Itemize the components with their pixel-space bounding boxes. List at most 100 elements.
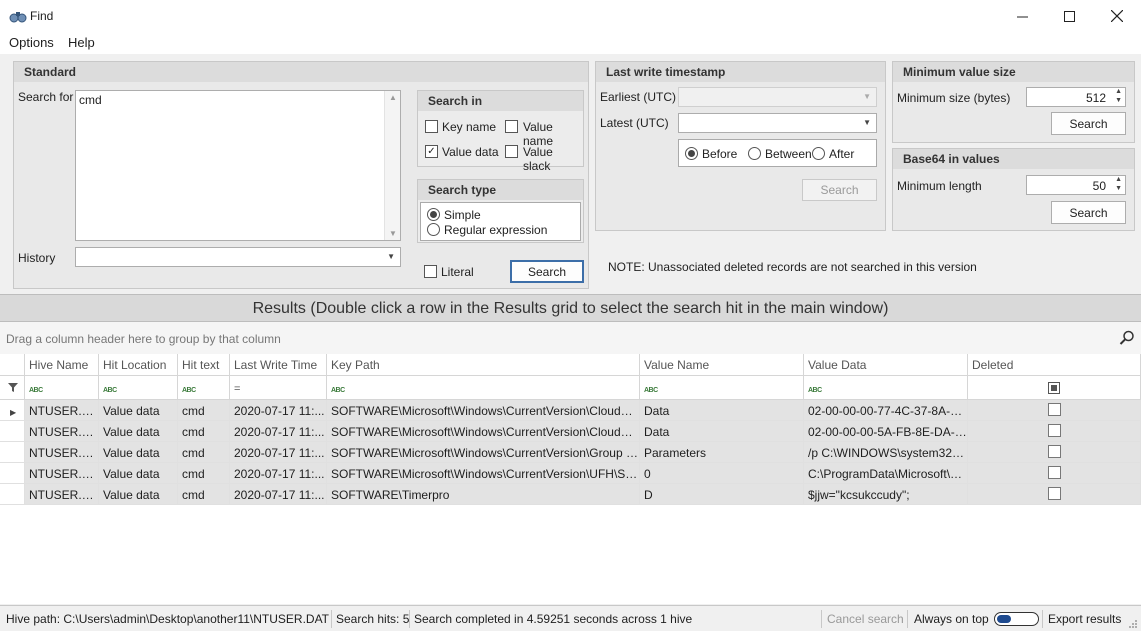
min-size-search-button[interactable]: Search [1051, 112, 1126, 135]
between-radio[interactable] [748, 147, 761, 160]
cell-loc[interactable]: Value data [99, 421, 178, 442]
standard-search-button[interactable]: Search [510, 260, 584, 283]
min-length-spinner[interactable]: 50 ▲ ▼ [1026, 175, 1126, 195]
cell-vdata[interactable]: /p C:\WINDOWS\system32 /s ... [804, 442, 968, 463]
before-radio[interactable] [685, 147, 698, 160]
col-hit-text[interactable]: Hit text [178, 354, 230, 376]
filter-hive-name[interactable]: ABC [25, 376, 99, 400]
table-row[interactable]: NTUSER.DAT Value data cmd 2020-07-17 11:...… [0, 463, 1141, 484]
deleted-checkbox[interactable] [1048, 445, 1061, 458]
cell-hit[interactable]: cmd [178, 442, 230, 463]
value-slack-checkbox[interactable] [505, 145, 518, 158]
resize-grip-icon[interactable] [1128, 619, 1138, 629]
cell-vname[interactable]: Data [640, 421, 804, 442]
last-write-search-button[interactable]: Search [802, 179, 877, 201]
cell-hive[interactable]: NTUSER.DAT [25, 463, 99, 484]
col-last-write-time[interactable]: Last Write Time [230, 354, 327, 376]
filter-hit-location[interactable]: ABC [99, 376, 178, 400]
cell-path[interactable]: SOFTWARE\Microsoft\Windows\CurrentVersio… [327, 442, 640, 463]
cell-path[interactable]: SOFTWARE\Microsoft\Windows\CurrentVersio… [327, 400, 640, 421]
spin-down-icon[interactable]: ▼ [1115, 97, 1122, 104]
cell-time[interactable]: 2020-07-17 11:... [230, 400, 327, 421]
minimize-button[interactable] [999, 0, 1045, 32]
search-for-input[interactable]: cmd ▲ ▼ [75, 90, 401, 241]
table-row[interactable]: NTUSER.DAT Value data cmd 2020-07-17 11:...… [0, 484, 1141, 505]
filter-hit-text[interactable]: ABC [178, 376, 230, 400]
cell-time[interactable]: 2020-07-17 11:... [230, 463, 327, 484]
cell-hive[interactable]: NTUSER.DAT [25, 421, 99, 442]
cell-vname[interactable]: Data [640, 400, 804, 421]
cell-loc[interactable]: Value data [99, 484, 178, 505]
maximize-button[interactable] [1046, 0, 1092, 32]
table-row[interactable]: NTUSER.DAT Value data cmd 2020-07-17 11:...… [0, 442, 1141, 463]
col-value-data[interactable]: Value Data [804, 354, 968, 376]
table-row[interactable]: NTUSER.DAT Value data cmd 2020-07-17 11:...… [0, 421, 1141, 442]
deleted-checkbox[interactable] [1048, 487, 1061, 500]
key-name-checkbox[interactable] [425, 120, 438, 133]
history-select[interactable]: ▼ [75, 247, 401, 267]
min-size-spinner[interactable]: 512 ▲ ▼ [1026, 87, 1126, 107]
latest-select[interactable]: ▼ [678, 113, 877, 133]
cell-path[interactable]: SOFTWARE\Microsoft\Windows\CurrentVersio… [327, 463, 640, 484]
cell-vdata[interactable]: $jjw="kcsukccudy"; [804, 484, 968, 505]
cell-vdata[interactable]: 02-00-00-00-77-4C-37-8A-2B-... [804, 400, 968, 421]
cell-loc[interactable]: Value data [99, 442, 178, 463]
cell-hit[interactable]: cmd [178, 463, 230, 484]
cell-time[interactable]: 2020-07-17 11:... [230, 442, 327, 463]
filter-deleted[interactable] [968, 376, 1141, 400]
col-hive-name[interactable]: Hive Name [25, 354, 99, 376]
cell-time[interactable]: 2020-07-17 11:... [230, 484, 327, 505]
cell-vdata[interactable]: C:\ProgramData\Microsoft\Wi... [804, 463, 968, 484]
cell-vname[interactable]: D [640, 484, 804, 505]
simple-radio[interactable] [427, 208, 440, 221]
cell-hit[interactable]: cmd [178, 421, 230, 442]
scroll-down-icon[interactable]: ▼ [389, 229, 397, 238]
cell-hit[interactable]: cmd [178, 484, 230, 505]
deleted-checkbox[interactable] [1048, 403, 1061, 416]
earliest-select[interactable]: ▼ [678, 87, 877, 107]
regex-radio[interactable] [427, 223, 440, 236]
filter-key-path[interactable]: ABC [327, 376, 640, 400]
menu-options[interactable]: Options [9, 35, 54, 50]
cell-hit[interactable]: cmd [178, 400, 230, 421]
spin-up-icon[interactable]: ▲ [1115, 176, 1122, 183]
search-icon[interactable] [1119, 330, 1135, 346]
deleted-filter-checkbox[interactable] [1048, 382, 1060, 394]
value-data-checkbox[interactable]: ✓ [425, 145, 438, 158]
cell-vname[interactable]: 0 [640, 463, 804, 484]
cell-path[interactable]: SOFTWARE\Microsoft\Windows\CurrentVersio… [327, 421, 640, 442]
close-button[interactable] [1094, 0, 1140, 32]
filter-value-name[interactable]: ABC [640, 376, 804, 400]
deleted-checkbox[interactable] [1048, 466, 1061, 479]
table-row[interactable]: ▶ NTUSER.DAT Value data cmd 2020-07-17 11:..… [0, 400, 1141, 421]
cell-hive[interactable]: NTUSER.DAT [25, 400, 99, 421]
cancel-search-button[interactable]: Cancel search [827, 612, 904, 626]
base64-search-button[interactable]: Search [1051, 201, 1126, 224]
cell-vdata[interactable]: 02-00-00-00-5A-FB-8E-DA-2A... [804, 421, 968, 442]
cell-loc[interactable]: Value data [99, 400, 178, 421]
search-for-scrollbar[interactable]: ▲ ▼ [384, 91, 400, 240]
export-results-button[interactable]: Export results [1048, 612, 1121, 626]
cell-vname[interactable]: Parameters [640, 442, 804, 463]
col-hit-location[interactable]: Hit Location [99, 354, 178, 376]
col-deleted[interactable]: Deleted [968, 354, 1141, 376]
menu-help[interactable]: Help [68, 35, 95, 50]
after-radio[interactable] [812, 147, 825, 160]
filter-last-write-time[interactable]: = [230, 376, 327, 400]
spin-down-icon[interactable]: ▼ [1115, 185, 1122, 192]
deleted-checkbox[interactable] [1048, 424, 1061, 437]
cell-path[interactable]: SOFTWARE\Timerpro [327, 484, 640, 505]
filter-value-data[interactable]: ABC [804, 376, 968, 400]
cell-loc[interactable]: Value data [99, 463, 178, 484]
literal-checkbox[interactable] [424, 265, 437, 278]
cell-hive[interactable]: NTUSER.DAT [25, 484, 99, 505]
before-label: Before [702, 147, 738, 161]
cell-hive[interactable]: NTUSER.DAT [25, 442, 99, 463]
always-on-top-toggle[interactable] [994, 612, 1039, 626]
value-name-checkbox[interactable] [505, 120, 518, 133]
cell-time[interactable]: 2020-07-17 11:... [230, 421, 327, 442]
spin-up-icon[interactable]: ▲ [1115, 88, 1122, 95]
scroll-up-icon[interactable]: ▲ [389, 93, 397, 102]
col-value-name[interactable]: Value Name [640, 354, 804, 376]
col-key-path[interactable]: Key Path [327, 354, 640, 376]
